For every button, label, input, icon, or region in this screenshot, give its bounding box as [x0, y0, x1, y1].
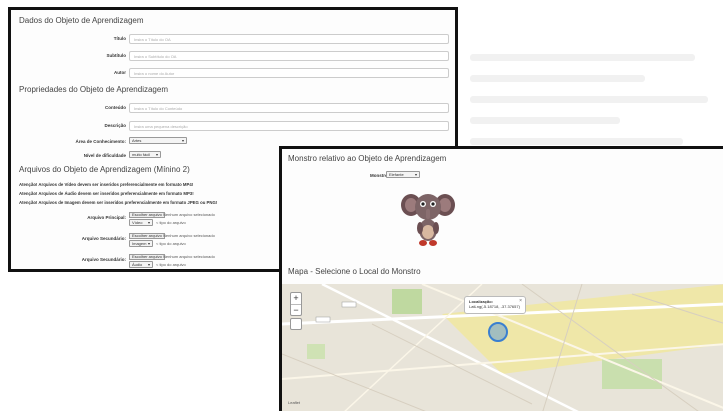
file-type-value: Vídeo — [132, 220, 143, 225]
warning-audio: Atenção! Arquivos de Áudio devem ser ins… — [19, 191, 194, 196]
chevron-down-icon: ▾ — [155, 152, 158, 157]
section-title-map: Mapa - Selecione o Local do Monstro — [288, 267, 421, 276]
descricao-input[interactable]: Insira uma pequena descrição — [129, 121, 449, 131]
map[interactable]: + − × Localização: LatLng(-5.18718, -37.… — [282, 284, 723, 411]
conteudo-input[interactable]: Insira o Título do Conteúdo — [129, 103, 449, 113]
nivel-select[interactable]: muito fácil ▾ — [129, 151, 161, 158]
titulo-label: Título — [113, 36, 126, 41]
elephant-monster-image — [401, 194, 455, 246]
chevron-down-icon: ▾ — [414, 172, 417, 177]
file-type-select[interactable]: Áudio ▾ — [129, 261, 153, 268]
file-type-hint: < tipo do arquivo — [156, 241, 186, 246]
nivel-select-value: muito fácil — [132, 152, 151, 157]
area-select-value: Artes — [132, 138, 142, 143]
map-layer-button[interactable] — [290, 318, 302, 330]
file-type-select[interactable]: Imagem ▾ — [129, 240, 153, 247]
file-label: Arquivo Secundário: — [81, 257, 126, 262]
subtitulo-input[interactable]: Insira o Subtítulo do OA — [129, 51, 449, 61]
file-label: Arquivo Principal: — [87, 215, 126, 220]
popup-coords: LatLng(-5.18718, -37.37657) — [469, 304, 520, 309]
choose-file-button[interactable]: Escolher arquivo — [129, 233, 165, 239]
autor-row: Autor Insira o nome do Autor — [11, 68, 455, 79]
section-title-data: Dados do Objeto de Aprendizagem — [19, 16, 144, 25]
file-type-select[interactable]: Vídeo ▾ — [129, 219, 153, 226]
location-marker-icon[interactable] — [488, 322, 508, 342]
choose-file-button[interactable]: Escolher arquivo — [129, 254, 165, 260]
file-label: Arquivo Secundário: — [81, 236, 126, 241]
zoom-in-button[interactable]: + — [291, 293, 301, 305]
zoom-control: + − — [290, 292, 302, 316]
conteudo-label: Conteúdo — [105, 105, 126, 110]
section-title-files: Arquivos do Objeto de Aprendizagem (Míni… — [19, 165, 190, 174]
descricao-row: Descrição Insira uma pequena descrição — [11, 121, 455, 132]
nivel-label: Nível de dificuldade — [83, 153, 126, 158]
autor-input[interactable]: Insira o nome do Autor — [129, 68, 449, 78]
map-credit: Leaflet — [288, 400, 301, 405]
file-type-value: Áudio — [132, 262, 143, 267]
choose-file-button[interactable]: Escolher arquivo — [129, 212, 165, 218]
zoom-out-button[interactable]: − — [291, 305, 301, 316]
titulo-input[interactable]: Insira o Título do OA — [129, 34, 449, 44]
area-label: Área de Conhecimento: — [75, 139, 126, 144]
descricao-label: Descrição — [104, 123, 126, 128]
file-type-hint: < tipo do arquivo — [156, 262, 186, 267]
file-type-hint: < tipo do arquivo — [156, 220, 186, 225]
conteudo-row: Conteúdo Insira o Título do Conteúdo — [11, 103, 455, 114]
section-title-properties: Propriedades do Objeto de Aprendizagem — [19, 85, 168, 94]
monster-map-panel: Monstro relativo ao Objeto de Aprendizag… — [279, 146, 723, 411]
subtitulo-label: Subtítulo — [106, 53, 127, 58]
warning-video: Atenção! Arquivos de Vídeo devem ser ins… — [19, 182, 194, 187]
warning-image: Atenção! Arquivos de Imagem devem ser in… — [19, 200, 218, 205]
chevron-down-icon: ▾ — [147, 241, 150, 246]
chevron-down-icon: ▾ — [147, 262, 150, 267]
no-file-text: Nenhum arquivo selecionado — [163, 212, 215, 217]
chevron-down-icon: ▾ — [147, 220, 150, 225]
area-select[interactable]: Artes ▾ — [129, 137, 187, 144]
autor-label: Autor — [114, 70, 126, 75]
file-type-value: Imagem — [132, 241, 147, 246]
no-file-text: Nenhum arquivo selecionado — [163, 254, 215, 259]
monster-select-value: Elefante — [389, 172, 404, 177]
subtitulo-row: Subtítulo Insira o Subtítulo do OA — [11, 51, 455, 62]
close-icon[interactable]: × — [519, 298, 522, 304]
no-file-text: Nenhum arquivo selecionado — [163, 233, 215, 238]
section-title-monster: Monstro relativo ao Objeto de Aprendizag… — [288, 154, 447, 163]
titulo-row: Título Insira o Título do OA — [11, 34, 455, 45]
monster-select[interactable]: Elefante ▾ — [386, 171, 420, 178]
location-popup: × Localização: LatLng(-5.18718, -37.3765… — [464, 296, 526, 314]
chevron-down-icon: ▾ — [181, 138, 184, 143]
